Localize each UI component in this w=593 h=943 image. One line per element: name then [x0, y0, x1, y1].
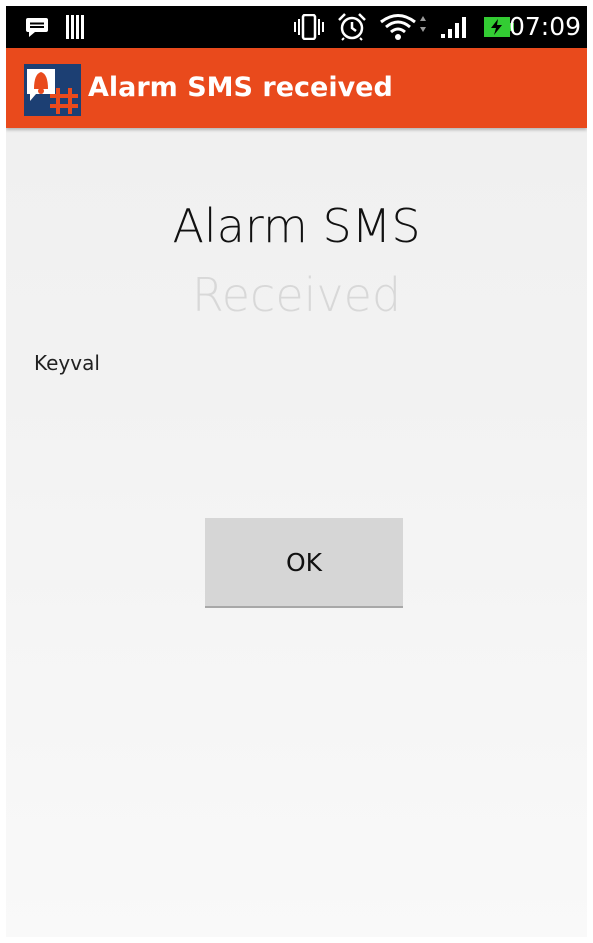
wifi-icon [379, 6, 429, 48]
status-time: 07:09 [508, 12, 581, 41]
received-subheading: Received [191, 268, 402, 322]
screen: 07:09 Alarm SMS received Alarm SMS Recei… [6, 6, 587, 937]
alarm-heading: Alarm SMS [172, 199, 421, 253]
app-logo-icon [24, 64, 81, 116]
status-bar: 07:09 [6, 6, 587, 48]
app-bar: Alarm SMS received [6, 48, 587, 128]
ok-button[interactable]: OK [205, 518, 403, 608]
alarm-clock-icon [336, 6, 368, 48]
sender-name: Keyval [34, 351, 100, 375]
vibrate-icon [293, 6, 325, 48]
message-icon [24, 6, 50, 48]
signal-icon [438, 6, 472, 48]
app-title: Alarm SMS received [88, 72, 393, 103]
barcode-icon [65, 6, 87, 48]
